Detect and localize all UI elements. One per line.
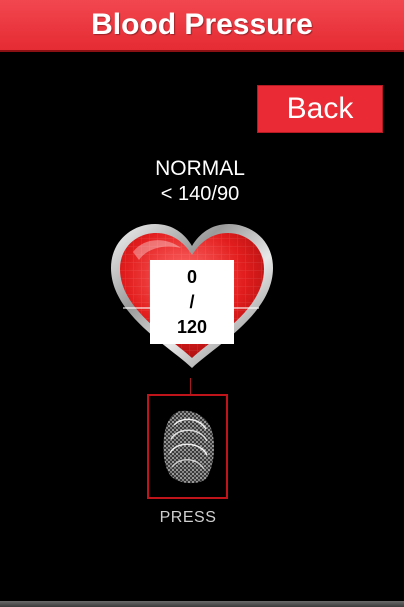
fingerprint-sensor-button[interactable] [147, 394, 228, 499]
page-title: Blood Pressure [91, 8, 313, 41]
press-label: PRESS [159, 509, 217, 526]
back-button[interactable]: Back [257, 85, 383, 133]
status-label: NORMAL [155, 157, 245, 180]
bottom-edge [0, 601, 404, 607]
fingerprint-icon [162, 410, 214, 484]
reading-top-value: 0 [186, 267, 197, 287]
reading-separator: / [189, 292, 195, 312]
threshold-label: < 140/90 [160, 183, 240, 205]
reading-bottom-value: 120 [176, 317, 208, 337]
connector-line [190, 378, 191, 395]
title-bar: Blood Pressure [0, 0, 404, 52]
reading-display: 0 / 120 [150, 260, 234, 344]
blood-pressure-screen: Blood Pressure Back NORMAL < 140/90 0 / … [0, 0, 404, 607]
